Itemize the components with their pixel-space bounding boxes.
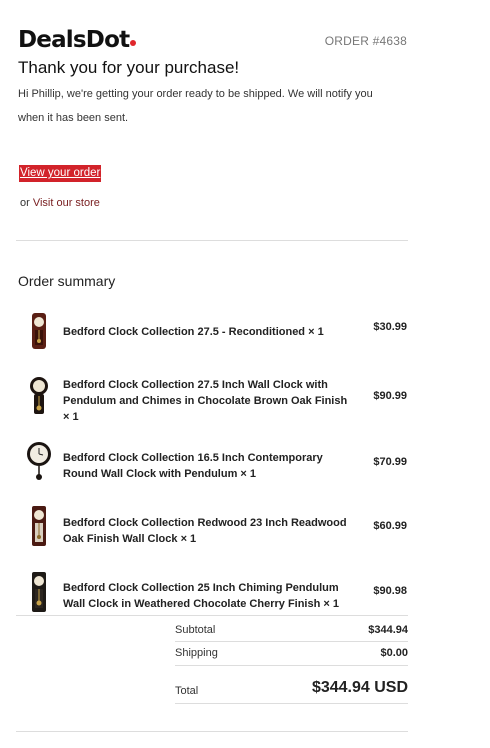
pendulum-clock-icon [32,572,46,612]
total-row: Total $344.94 USD [175,679,408,697]
or-text: or [20,197,30,209]
pendulum-clock-icon [30,377,48,414]
brand-logo[interactable]: DealsDot [18,26,137,54]
item-name: Bedford Clock Collection 16.5 Inch Conte… [63,452,323,480]
item-name: Bedford Clock Collection Redwood 23 Inch… [63,517,347,545]
shipping-label: Shipping [175,647,218,659]
intro-text: Hi Phillip, we're getting your order rea… [18,88,373,124]
item-name: Bedford Clock Collection 25 Inch Chiming… [63,582,339,610]
divider [175,703,408,704]
order-confirmation-email: DealsDot ORDER #4638 Thank you for your … [0,0,490,748]
item-price: $90.98 [373,585,407,597]
pendulum-clock-icon [32,313,46,349]
divider [16,615,408,616]
subtotal-value: $344.94 [368,624,408,636]
page-title: Thank you for your purchase! [18,58,240,77]
store-link-line: or Visit our store [20,197,100,209]
item-price: $30.99 [373,321,407,333]
shipping-row: Shipping $0.00 [175,647,408,659]
item-price: $60.99 [373,520,407,532]
logo-dot [130,40,137,46]
subtotal-label: Subtotal [175,624,216,636]
item-price: $70.99 [373,456,407,468]
item-name: Bedford Clock Collection 27.5 Inch Wall … [63,379,348,423]
view-order-button[interactable]: View your order [19,165,102,182]
pendulum-clock-icon [32,506,46,546]
visit-store-link[interactable]: Visit our store [33,197,100,209]
order-summary-heading: Order summary [18,273,116,289]
round-clock-icon [27,442,51,480]
total-value: $344.94 USD [311,679,408,696]
item-name: Bedford Clock Collection 27.5 - Recondit… [63,326,324,338]
subtotal-row: Subtotal $344.94 [175,624,408,636]
divider [175,641,408,642]
divider [16,731,408,732]
divider [16,240,408,241]
total-label: Total [175,685,199,697]
order-number: ORDER #4638 [324,34,407,48]
item-price: $90.99 [373,390,407,402]
shipping-value: $0.00 [380,647,408,659]
divider [175,665,408,666]
